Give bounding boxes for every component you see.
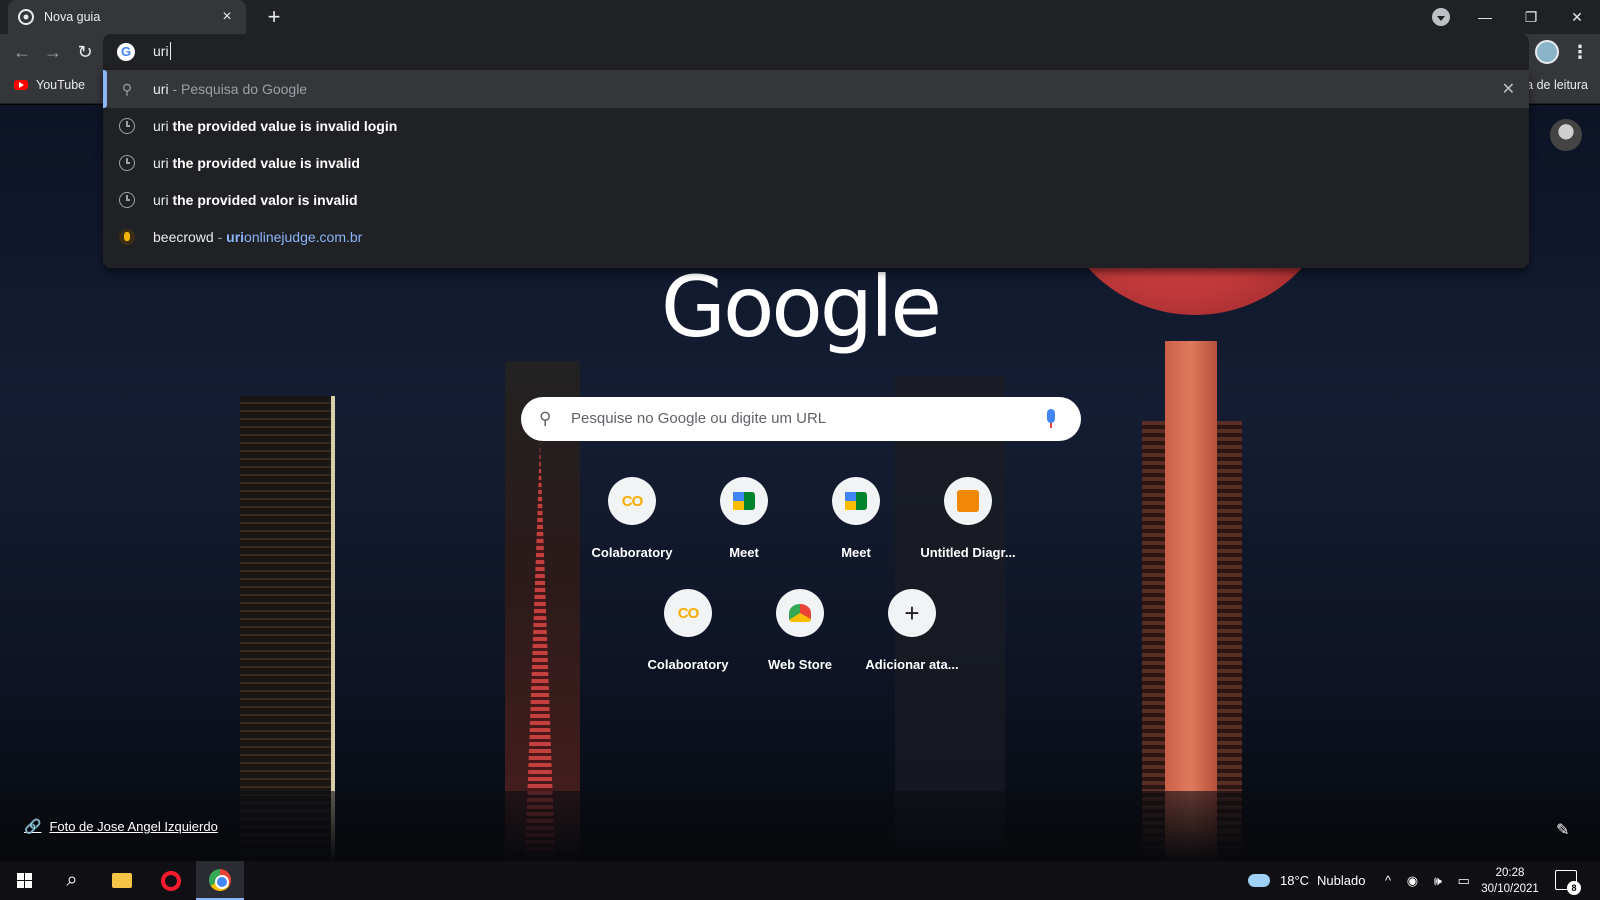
- reading-list-button[interactable]: a de leitura: [1526, 78, 1588, 92]
- history-icon: [119, 155, 135, 171]
- shortcut-label: Web Store: [767, 657, 833, 672]
- colab-icon: CO: [664, 589, 712, 637]
- youtube-icon: [14, 80, 28, 90]
- new-tab-button[interactable]: +: [260, 3, 288, 31]
- google-g-icon: G: [117, 43, 135, 61]
- suggestion-history-1[interactable]: uri the provided value is invalid login: [103, 107, 1529, 145]
- tab-search-button[interactable]: [1432, 8, 1450, 26]
- shortcut-web-store[interactable]: Web Store: [744, 589, 856, 693]
- photo-credit-link[interactable]: 🔗 Foto de Jose Angel Izquierdo: [24, 818, 218, 835]
- taskbar-chrome[interactable]: [196, 861, 244, 900]
- suggestion-completion: the provided value is invalid: [168, 155, 360, 171]
- bookmark-youtube[interactable]: YouTube: [14, 78, 85, 92]
- profile-avatar-button[interactable]: [1535, 40, 1559, 64]
- search-icon: ⚲: [121, 81, 133, 97]
- minimize-button[interactable]: —: [1462, 9, 1508, 25]
- reload-button[interactable]: ↻: [73, 40, 97, 64]
- start-button[interactable]: [0, 861, 48, 900]
- back-button[interactable]: ←: [10, 40, 34, 64]
- omnibox-suggestions: ⚲ uri - Pesquisa do Google ✕ uri the pro…: [103, 70, 1529, 268]
- suggestion-query: uri: [153, 155, 169, 171]
- tab-title: Nova guia: [44, 10, 101, 24]
- taskbar-opera[interactable]: [147, 861, 195, 900]
- tower-4-core: [1165, 341, 1217, 861]
- shortcut-label: Meet: [841, 545, 871, 560]
- folder-icon: [112, 873, 132, 888]
- cloud-icon: [1248, 874, 1270, 887]
- shortcut-colaboratory[interactable]: CO Colaboratory: [576, 477, 688, 581]
- chrome-icon: [18, 9, 34, 25]
- ntp-account-avatar[interactable]: [1550, 119, 1582, 151]
- ntp-search-box[interactable]: ⚲ Pesquise no Google ou digite um URL: [521, 397, 1081, 441]
- windows-logo-icon: [16, 873, 32, 888]
- microphone-icon[interactable]: [1047, 409, 1055, 428]
- search-icon: ⚲: [539, 409, 552, 428]
- restore-button[interactable]: ❐: [1508, 9, 1554, 26]
- plus-icon: +: [888, 589, 936, 637]
- weather-condition: Nublado: [1317, 873, 1366, 888]
- beecrowd-icon: [119, 229, 135, 245]
- photo-credit-text: Foto de Jose Angel Izquierdo: [49, 819, 218, 834]
- colab-icon: CO: [608, 477, 656, 525]
- weather-widget[interactable]: 18°C Nublado: [1248, 861, 1365, 900]
- chrome-icon: [209, 868, 231, 891]
- close-window-button[interactable]: ✕: [1554, 9, 1600, 26]
- windows-taskbar: ⌕ 18°C Nublado ^ ◉ 🕪 ▭ 20:28 30/10/2021 …: [0, 861, 1600, 900]
- menu-button[interactable]: ⋮: [1570, 39, 1590, 65]
- suggestion-url: urionlinejudge.com.br: [226, 229, 363, 245]
- suggestion-completion: the provided value is invalid login: [168, 118, 398, 134]
- window-controls: — ❐ ✕: [1462, 0, 1600, 34]
- temperature: 18°C: [1280, 873, 1310, 888]
- suggestion-site-title: beecrowd: [153, 229, 214, 245]
- omnibox-input[interactable]: uri: [153, 42, 171, 60]
- taskbar-clock[interactable]: 20:28 30/10/2021: [1475, 865, 1545, 897]
- suggestion-search[interactable]: ⚲ uri - Pesquisa do Google ✕: [103, 70, 1529, 108]
- shortcut-label: Colaboratory: [591, 545, 673, 560]
- shortcut-label: Adicionar ata...: [865, 657, 959, 672]
- customize-edit-icon[interactable]: ✎: [1556, 820, 1569, 840]
- shortcut-label: Colaboratory: [647, 657, 729, 672]
- suggestion-completion: the provided valor is invalid: [168, 192, 358, 208]
- google-meet-icon: [733, 492, 755, 510]
- google-meet-icon: [845, 492, 867, 510]
- history-icon: [119, 118, 135, 134]
- city-skyline: [0, 791, 1600, 861]
- suggestion-history-2[interactable]: uri the provided value is invalid: [103, 144, 1529, 182]
- bookmark-youtube-label: YouTube: [36, 78, 86, 92]
- remove-suggestion-icon[interactable]: ✕: [1502, 79, 1515, 99]
- taskbar-file-explorer[interactable]: [98, 861, 146, 900]
- shortcut-meet-2[interactable]: Meet: [800, 477, 912, 581]
- taskbar-search-icon[interactable]: ⌕: [48, 861, 96, 900]
- tab-close-icon[interactable]: ×: [218, 8, 236, 26]
- suggestion-history-3[interactable]: uri the provided valor is invalid: [103, 181, 1529, 219]
- shortcut-label: Meet: [729, 545, 759, 560]
- google-logo: Google: [660, 258, 942, 356]
- drawio-icon: [957, 490, 979, 512]
- omnibox[interactable]: G uri: [103, 34, 1529, 70]
- chevron-down-icon: [1437, 15, 1445, 21]
- suggestion-query: uri: [153, 118, 169, 134]
- notification-badge: 8: [1567, 881, 1581, 895]
- search-placeholder: Pesquise no Google ou digite um URL: [571, 410, 827, 427]
- tab-nova-guia[interactable]: Nova guia ×: [8, 0, 246, 34]
- link-icon: 🔗: [24, 818, 42, 834]
- title-bar: Nova guia × + — ❐ ✕: [0, 0, 1600, 34]
- shortcut-add[interactable]: + Adicionar ata...: [856, 589, 968, 693]
- opera-icon: [161, 870, 181, 891]
- shortcut-label: Untitled Diagr...: [920, 545, 1016, 560]
- shortcut-untitled-diagram[interactable]: Untitled Diagr...: [912, 477, 1024, 581]
- shortcut-meet[interactable]: Meet: [688, 477, 800, 581]
- system-tray-icons[interactable]: ^ ◉ 🕪 ▭: [1385, 861, 1476, 900]
- forward-button[interactable]: →: [41, 40, 65, 64]
- web-store-icon: [789, 604, 811, 622]
- shortcut-colaboratory-2[interactable]: CO Colaboratory: [632, 589, 744, 693]
- suggestion-beecrowd[interactable]: beecrowd - urionlinejudge.com.br: [103, 218, 1529, 256]
- suggestion-query: uri: [153, 192, 169, 208]
- clock-time: 20:28: [1495, 867, 1525, 879]
- suggestion-query: uri: [153, 81, 169, 97]
- suggestion-suffix: - Pesquisa do Google: [168, 81, 308, 97]
- history-icon: [119, 192, 135, 208]
- clock-date: 30/10/2021: [1481, 883, 1539, 895]
